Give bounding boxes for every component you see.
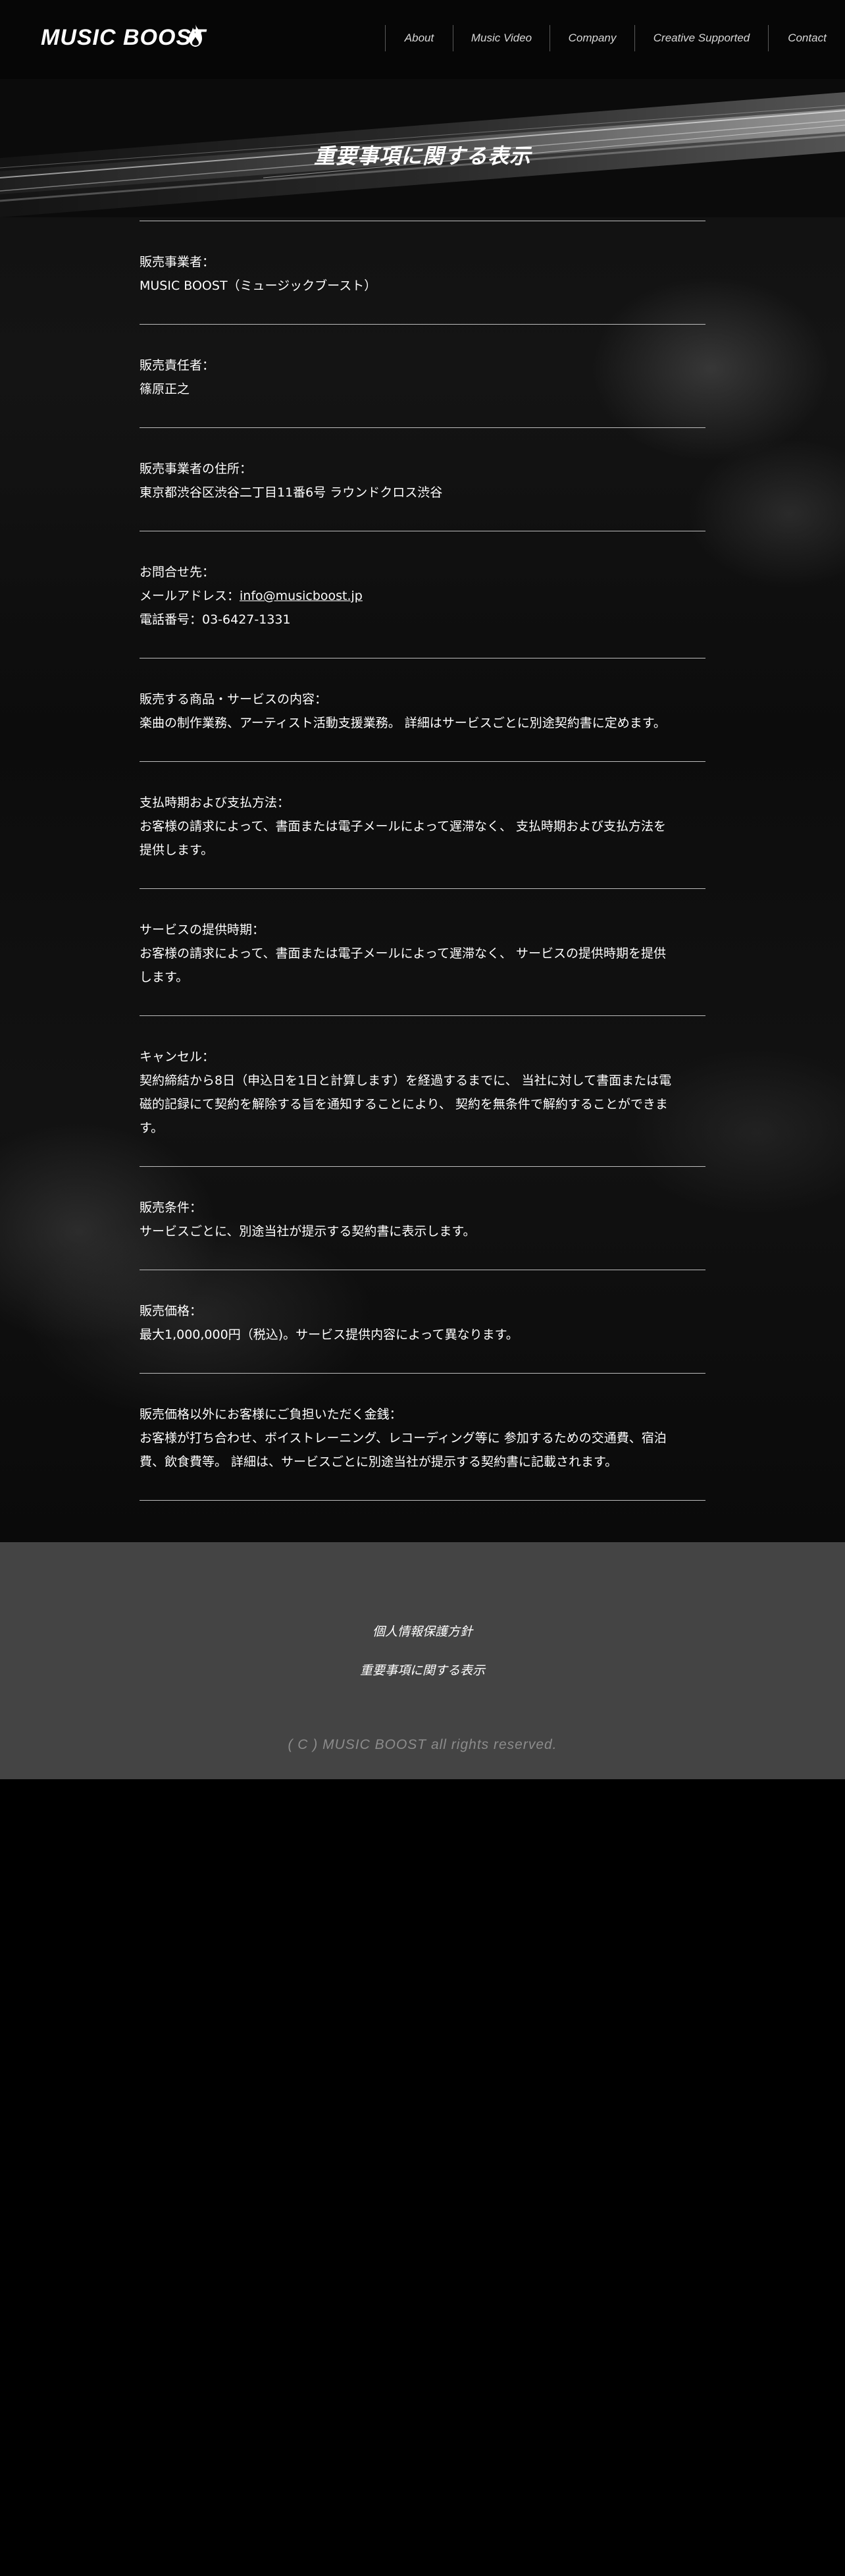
nav-item-company[interactable]: Company [550,25,634,51]
section-label: 販売責任者： [140,358,215,373]
section-label: 販売事業者： [140,255,215,269]
section-text: MUSIC BOOST（ミュージックブースト） [140,279,377,293]
section-label: 販売価格以外にお客様にご負担いただく金銭： [140,1407,402,1422]
section-delivery-time: サービスの提供時期： お客様の請求によって、書面または電子メールによって遅滞なく… [140,889,705,1016]
copyright: ( C ) MUSIC BOOST all rights reserved. [288,1737,557,1752]
section-label: サービスの提供時期： [140,923,265,937]
footer-link-privacy-policy[interactable]: 個人情報保護方針 [0,1622,845,1640]
section-sales-conditions: 販売条件： サービスごとに、別途当社が提示する契約書に表示します。 [140,1167,705,1270]
section-text: 東京都渋谷区渋谷二丁目11番6号 ラウンドクロス渋谷 [140,485,443,500]
flame-icon [189,24,202,47]
section-text: 提供します。 [140,843,214,857]
section-text: お客様の請求によって、書面または電子メールによって遅滞なく、 サービスの提供時期… [140,946,667,961]
footer-link-important-notice[interactable]: 重要事項に関する表示 [0,1661,845,1678]
section-text: します。 [140,970,189,984]
section-text: 契約締結から8日（申込日を1日と計算します）を経過するまでに、 当社に対して書面… [140,1073,672,1088]
section-label: 販売条件： [140,1200,203,1215]
section-service-content: 販売する商品・サービスの内容： 楽曲の制作業務、アーティスト活動支援業務。 詳細… [140,658,705,762]
nav-item-creative-supported[interactable]: Creative Supported [634,25,768,51]
section-text: サービスごとに、別途当社が提示する契約書に表示します。 [140,1224,476,1239]
section-text: 費、飲食費等。 詳細は、サービスごとに別途当社が提示する契約書に記載されます。 [140,1455,618,1469]
section-text: す。 [140,1121,164,1135]
section-text: お客様が打ち合わせ、ボイストレーニング、レコーディング等に 参加するための交通費… [140,1431,667,1445]
site-header: MUSIC BOOST About Music Video Company Cr… [0,0,845,79]
section-seller: 販売事業者： MUSIC BOOST（ミュージックブースト） [140,221,705,325]
section-cancel: キャンセル： 契約締結から8日（申込日を1日と計算します）を経過するまでに、 当… [140,1016,705,1167]
section-additional-costs: 販売価格以外にお客様にご負担いただく金銭： お客様が打ち合わせ、ボイストレーニン… [140,1374,705,1501]
page-title: 重要事項に関する表示 [313,144,531,169]
section-payment: 支払時期および支払方法： お客様の請求によって、書面または電子メールによって遅滞… [140,762,705,889]
section-label: 販売事業者の住所： [140,462,253,476]
section-price: 販売価格： 最大1,000,000円（税込)。サービス提供内容によって異なります… [140,1270,705,1374]
site-logo[interactable]: MUSIC BOOST [41,25,206,51]
email-link[interactable]: info@musicboost.jp [240,589,363,603]
section-address: 販売事業者の住所： 東京都渋谷区渋谷二丁目11番6号 ラウンドクロス渋谷 [140,428,705,531]
section-text: お客様の請求によって、書面または電子メールによって遅滞なく、 支払時期および支払… [140,819,667,834]
nav-item-about[interactable]: About [385,25,453,51]
section-label: 支払時期および支払方法： [140,795,290,810]
nav-item-music-video[interactable]: Music Video [453,25,550,51]
disclosure-list: 販売事業者： MUSIC BOOST（ミュージックブースト） 販売責任者： 篠原… [140,221,705,1501]
section-label: 販売価格： [140,1304,203,1318]
section-responsible-person: 販売責任者： 篠原正之 [140,325,705,428]
section-text: 磁的記録にて契約を解除する旨を通知することにより、 契約を無条件で解約することが… [140,1097,668,1112]
section-label: キャンセル： [140,1050,215,1064]
email-line: メールアドレス：info@musicboost.jp [140,584,705,608]
nav-item-contact[interactable]: Contact [768,25,845,51]
section-label: お問合せ先： [140,565,215,579]
section-label: 販売する商品・サービスの内容： [140,692,328,707]
email-prefix: メールアドレス： [140,589,240,603]
section-contact: お問合せ先： メールアドレス：info@musicboost.jp 電話番号：0… [140,531,705,658]
phone-line: 電話番号：03-6427-1331 [140,612,291,627]
section-text: 楽曲の制作業務、アーティスト活動支援業務。 詳細はサービスごとに別途契約書に定め… [140,716,666,730]
section-text: 篠原正之 [140,382,190,396]
section-text: 最大1,000,000円（税込)。サービス提供内容によって異なります。 [140,1328,519,1342]
